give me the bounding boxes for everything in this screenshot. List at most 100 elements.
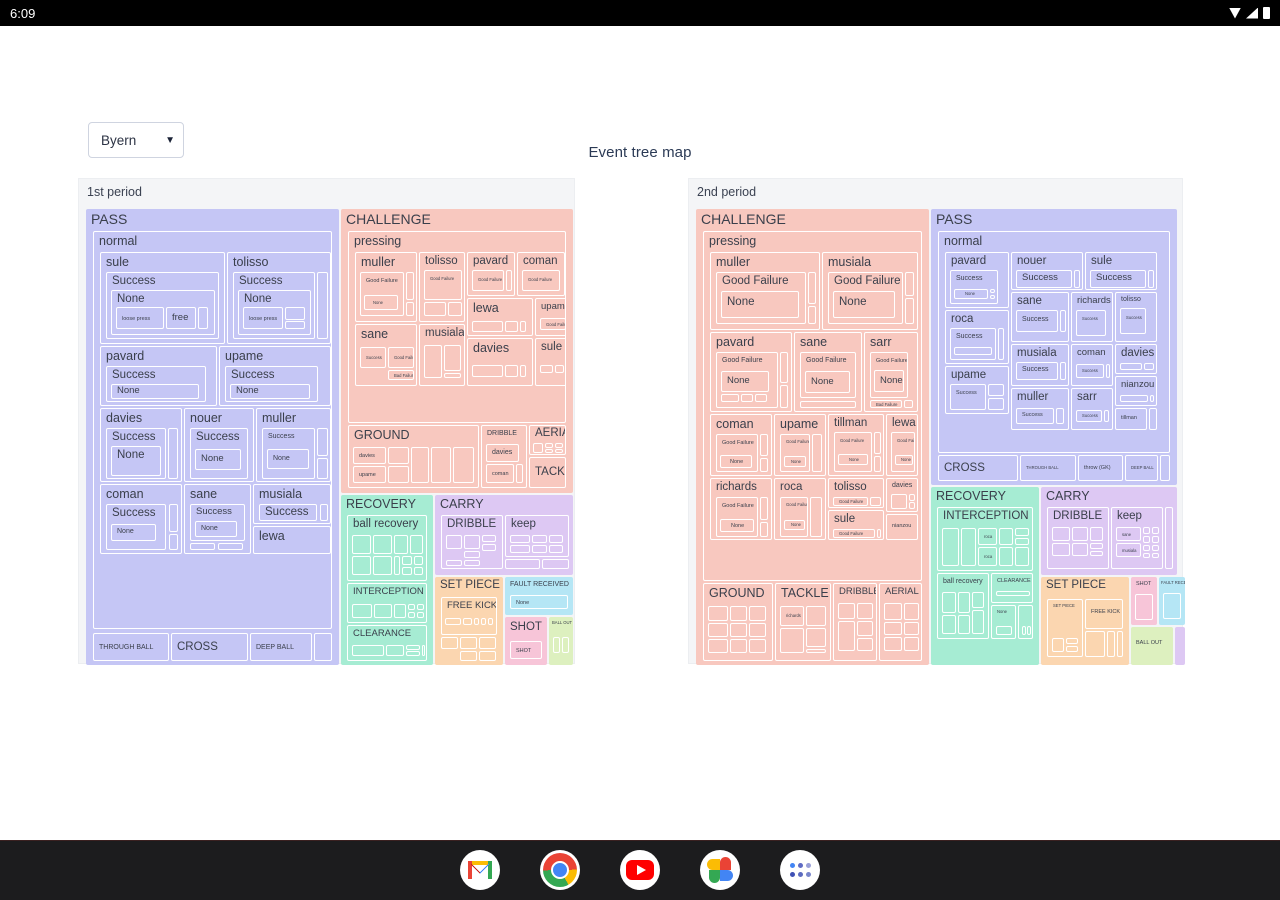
treemap-node-sane[interactable]: sane Success (1011, 292, 1069, 342)
treemap-node-deep-ball[interactable]: DEEP BALL (250, 633, 312, 661)
treemap-node-none[interactable]: None (895, 455, 913, 465)
treemap-node-misc[interactable] (532, 545, 547, 553)
treemap-node-misc[interactable] (374, 604, 392, 618)
treemap-node-none[interactable]: None (720, 519, 754, 532)
treemap-node-misc[interactable] (838, 603, 855, 619)
treemap-node-misc[interactable] (800, 401, 856, 408)
treemap-node-misc[interactable] (406, 645, 420, 650)
treemap-node-success[interactable]: Success (1016, 310, 1058, 332)
treemap-node-richards[interactable]: richards (780, 606, 804, 626)
treemap-node-none[interactable]: None (784, 520, 805, 530)
treemap-node-misc[interactable] (394, 535, 408, 554)
treemap-node-none[interactable]: None (720, 455, 752, 468)
treemap-node-none[interactable]: None (230, 384, 310, 399)
treemap-node-davies[interactable]: davies (353, 447, 386, 464)
treemap-node-misc[interactable] (460, 651, 477, 661)
treemap-node-set-piece[interactable]: SET PIECE FREE KICK (435, 577, 503, 665)
treemap-node-ball-recovery[interactable]: ball recovery (937, 573, 989, 639)
treemap-node-aerial[interactable]: AERIAL (529, 425, 566, 455)
treemap-node-tackle[interactable]: TACKLE richards (775, 583, 831, 661)
treemap-node-misc[interactable] (317, 272, 328, 339)
treemap-node-misc[interactable] (961, 528, 976, 566)
treemap-node-tolisso[interactable]: tolisso Good Failure (419, 252, 465, 322)
treemap-node-misc[interactable] (169, 534, 178, 550)
treemap-node-misc[interactable] (1072, 543, 1088, 556)
treemap-node-misc[interactable] (998, 328, 1004, 360)
treemap-node-success[interactable]: Success None (190, 504, 245, 541)
treemap-node-misc[interactable] (954, 347, 992, 355)
treemap-node-misc[interactable] (806, 606, 826, 626)
treemap-node-misc[interactable] (1066, 646, 1078, 652)
treemap-node-good-failure[interactable]: Good Failure None (716, 497, 758, 537)
treemap-node-richards[interactable]: richards Success (1071, 292, 1113, 342)
treemap-node-misc[interactable] (780, 628, 804, 653)
treemap-node-none[interactable]: None (111, 446, 161, 476)
treemap-node-misc[interactable] (874, 456, 881, 472)
treemap-node-misc[interactable] (870, 497, 881, 506)
treemap-node-success[interactable]: Success (360, 347, 386, 368)
treemap-node-misc[interactable] (810, 497, 822, 537)
treemap-node-success[interactable]: Success None (262, 428, 315, 479)
treemap-node-sane[interactable]: sane Success None (184, 484, 251, 554)
treemap-node-misc[interactable] (408, 612, 415, 618)
treemap-node-interception[interactable]: INTERCEPTION (347, 583, 427, 623)
treemap-node-misc[interactable] (999, 547, 1013, 566)
treemap-node-upame[interactable]: upame (353, 466, 386, 483)
gmail-icon[interactable] (460, 850, 500, 890)
treemap-node-misc[interactable] (388, 466, 409, 483)
treemap-node-pavard[interactable]: pavard Success None (945, 252, 1009, 308)
treemap-node-misc[interactable] (406, 302, 414, 316)
treemap-node-pavard[interactable]: pavard Success None (100, 346, 217, 406)
treemap-node-misc[interactable] (1090, 551, 1103, 556)
treemap-node-misc[interactable] (410, 535, 423, 554)
treemap-node-upame[interactable]: upame Success None (219, 346, 331, 406)
treemap-node-muller[interactable]: muller Good Failure None (710, 252, 820, 330)
treemap-node-misc[interactable] (562, 637, 569, 653)
treemap-node-none[interactable]: None (833, 291, 895, 318)
treemap-node-misc[interactable] (1018, 605, 1033, 639)
treemap-node-misc[interactable] (909, 502, 915, 509)
treemap-node-success[interactable]: Success None loose press free (106, 272, 219, 339)
treemap-node-misc[interactable] (445, 618, 461, 625)
treemap-node-misc[interactable] (406, 272, 414, 300)
treemap-node-none[interactable]: None (195, 449, 241, 470)
treemap-node-aerial[interactable]: AERIAL (879, 583, 922, 661)
treemap-node-musiala[interactable]: musiala (1116, 543, 1141, 557)
treemap-node-misc[interactable] (1022, 626, 1026, 635)
chrome-icon[interactable] (540, 850, 580, 890)
treemap-node-success[interactable]: Success None loose press (233, 272, 315, 339)
treemap-node-misc[interactable] (555, 449, 563, 453)
treemap-node-misc[interactable] (749, 639, 766, 653)
treemap-node-recovery[interactable]: RECOVERY INTERCEPTION roca roca ball rec… (931, 487, 1039, 665)
treemap-node-misc[interactable] (446, 535, 462, 549)
treemap-node-none[interactable]: None (195, 521, 237, 537)
treemap-node-misc[interactable] (988, 398, 1004, 410)
treemap-node-misc[interactable] (510, 535, 530, 543)
treemap-node-misc[interactable] (780, 352, 788, 383)
treemap-node-sarr[interactable]: sarr Success (1071, 388, 1113, 430)
treemap-node-success[interactable]: Success (1076, 410, 1102, 422)
treemap-node-misc[interactable] (169, 504, 178, 532)
treemap-node-misc[interactable] (352, 556, 371, 575)
treemap-node-misc[interactable] (1107, 631, 1115, 657)
treemap-node-misc[interactable] (904, 622, 919, 635)
treemap-node-misc[interactable] (352, 645, 384, 656)
treemap-node-good-failure[interactable]: Good Failure None (716, 434, 758, 472)
treemap-node-tillman[interactable]: tillman (1115, 408, 1147, 430)
treemap-node-misc[interactable] (972, 592, 984, 608)
treemap-node-misc[interactable] (1106, 364, 1110, 378)
treemap-node-nouer[interactable]: nouer Success None (184, 408, 254, 482)
treemap-node-misc[interactable] (909, 494, 915, 501)
treemap-node-free-kick[interactable]: FREE KICK (1085, 599, 1123, 629)
treemap-node-deep-ball[interactable]: DEEP BALL (1125, 455, 1158, 481)
treemap-node-misc[interactable] (884, 603, 902, 620)
treemap-node-cross[interactable]: CROSS (938, 455, 1018, 481)
treemap-node-misc[interactable] (1052, 638, 1064, 652)
treemap-node-lewa[interactable]: lewa (467, 298, 533, 336)
treemap-node-none[interactable]: None (721, 291, 799, 318)
treemap-node-misc[interactable] (1150, 395, 1154, 402)
treemap-node-davies[interactable]: davies (486, 444, 519, 462)
treemap-node-bad-failure[interactable]: Bad Failure (870, 400, 902, 408)
treemap-node-misc[interactable] (1117, 631, 1123, 657)
treemap-node-misc[interactable] (482, 535, 496, 542)
